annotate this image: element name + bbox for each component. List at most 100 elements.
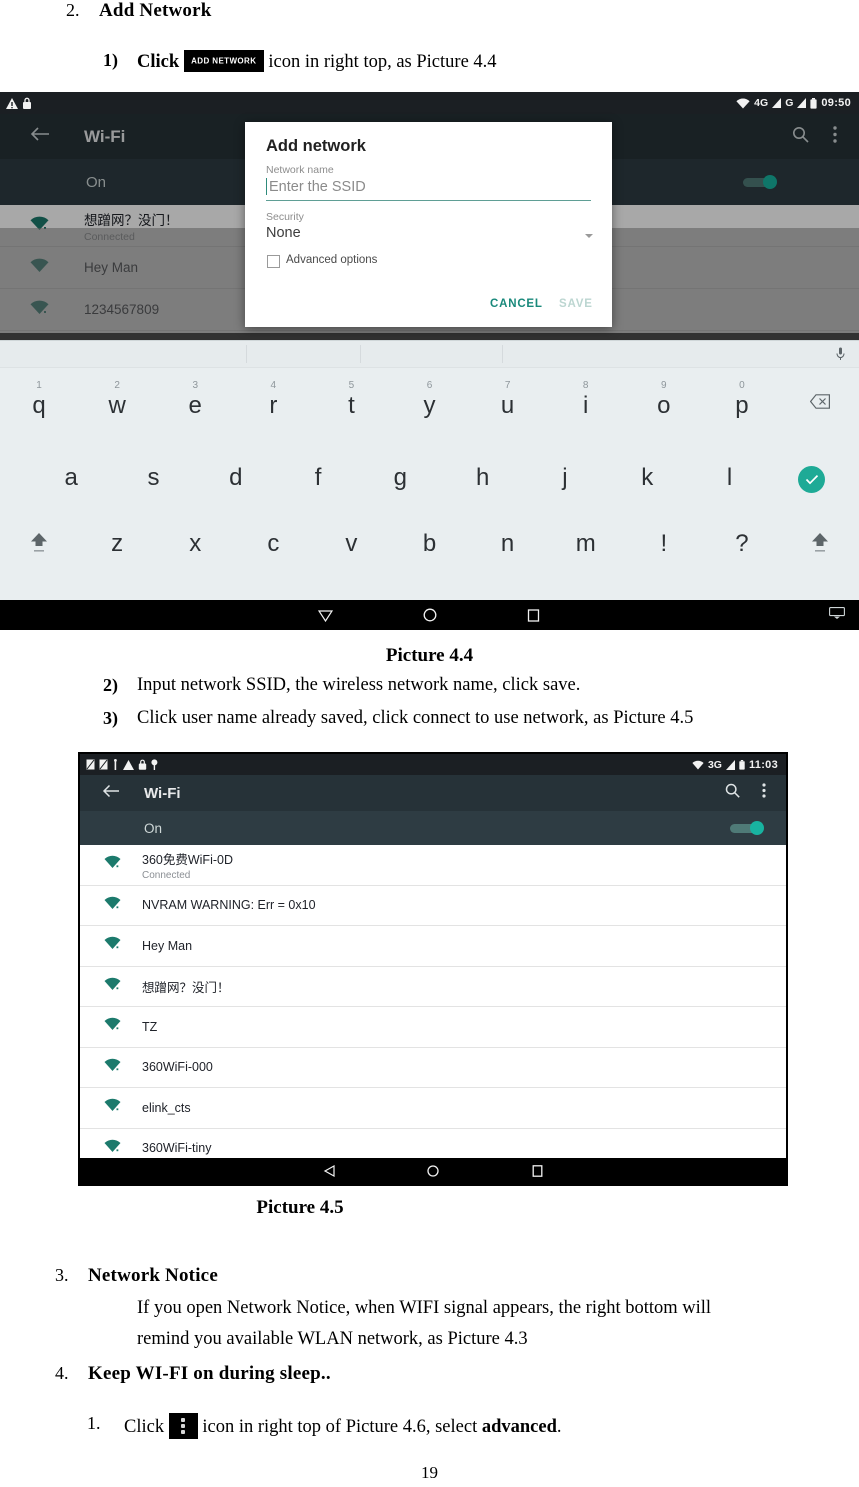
key-a[interactable]: a xyxy=(30,466,112,490)
table-row[interactable]: Hey Man xyxy=(80,926,786,967)
nav-back-icon[interactable] xyxy=(274,609,378,622)
microphone-icon[interactable] xyxy=(836,347,845,366)
network-texts: 360WiFi-000 xyxy=(142,1060,213,1074)
key-hint: 6 xyxy=(426,380,433,391)
suggestion-divider xyxy=(502,345,503,363)
caption-picture-4-4: Picture 4.4 xyxy=(385,645,474,666)
overflow-menu-icon[interactable] xyxy=(833,125,837,148)
key-label: b xyxy=(422,530,437,557)
advanced-options-checkbox[interactable] xyxy=(267,255,280,268)
search-icon[interactable] xyxy=(792,126,809,148)
key-o[interactable]: 9o xyxy=(625,380,703,418)
network-ssid: 360WiFi-000 xyxy=(142,1060,213,1075)
key-c[interactable]: c xyxy=(234,532,312,556)
key-![interactable]: ! xyxy=(625,532,703,556)
nav-back-icon[interactable] xyxy=(277,1165,381,1177)
key-y[interactable]: 6y xyxy=(390,380,468,419)
wifi-signal-icon xyxy=(104,896,121,915)
key-hint: 0 xyxy=(739,380,745,391)
page-number: 19 xyxy=(421,1463,438,1482)
table-row[interactable]: TZ xyxy=(80,1007,786,1048)
hide-keyboard-icon[interactable] xyxy=(829,606,845,624)
key-label: l xyxy=(726,464,733,491)
wifi-toggle-switch[interactable] xyxy=(730,821,764,835)
table-row[interactable]: elink_cts xyxy=(80,1088,786,1129)
shift-icon[interactable] xyxy=(0,532,78,559)
wifi-toggle-switch[interactable] xyxy=(743,175,777,189)
network-ssid: 360免费WiFi-0D xyxy=(142,852,233,867)
network-status: Connected xyxy=(142,869,191,881)
enter-key[interactable] xyxy=(771,466,853,493)
key-hint: 3 xyxy=(192,380,199,391)
search-icon[interactable] xyxy=(725,783,740,803)
section-3-body-line-2: remind you available WLAN network, as Pi… xyxy=(137,1329,528,1349)
key-s[interactable]: s xyxy=(112,466,194,490)
key-p[interactable]: 0p xyxy=(703,380,781,419)
table-row[interactable]: NVRAM WARNING: Err = 0x10 xyxy=(80,885,786,926)
key-x[interactable]: x xyxy=(156,532,234,556)
section-3-number: 3. xyxy=(55,1265,69,1285)
nav-home-icon[interactable] xyxy=(378,608,482,622)
key-l[interactable]: l xyxy=(688,466,770,490)
network-type-4g: 4G xyxy=(754,97,769,109)
wifi-signal-icon xyxy=(30,258,49,278)
shift-icon-right[interactable] xyxy=(781,532,859,559)
key-w[interactable]: 2w xyxy=(78,380,156,418)
nav-recents-icon[interactable] xyxy=(485,1165,589,1177)
table-row[interactable]: 360WiFi-000 xyxy=(80,1047,786,1088)
key-f[interactable]: f xyxy=(277,466,359,490)
key-label: p xyxy=(735,392,749,419)
wifi-signal-icon xyxy=(104,1098,121,1117)
key-label: u xyxy=(500,392,515,419)
backspace-icon[interactable] xyxy=(781,394,859,414)
key-q[interactable]: 1q xyxy=(0,380,78,418)
cancel-button[interactable]: CANCEL xyxy=(490,298,543,310)
status-bar-clock: 11:03 xyxy=(748,758,778,771)
chevron-down-icon[interactable] xyxy=(585,234,593,238)
key-label: y xyxy=(423,392,436,419)
key-j[interactable]: j xyxy=(524,466,606,490)
sim-icon xyxy=(86,759,95,770)
caption-picture-4-5: Picture 4.5 xyxy=(256,1197,344,1218)
key-k[interactable]: k xyxy=(606,466,688,490)
key-?[interactable]: ? xyxy=(703,532,781,556)
overflow-menu-icon[interactable] xyxy=(762,783,766,803)
save-button[interactable]: SAVE xyxy=(559,298,593,310)
key-label: z xyxy=(111,530,124,557)
app-bar-actions xyxy=(725,783,786,803)
network-texts: Hey Man xyxy=(84,260,138,275)
back-arrow-icon[interactable] xyxy=(30,126,50,147)
network-texts: TZ xyxy=(142,1020,157,1034)
table-row[interactable]: 想蹭网？没门！ xyxy=(80,966,786,1007)
network-type-3g: 3G xyxy=(707,758,722,771)
key-z[interactable]: z xyxy=(78,532,156,556)
section-2-number: 2. xyxy=(66,0,80,20)
key-label: f xyxy=(314,464,322,491)
key-m[interactable]: m xyxy=(547,532,625,556)
key-i[interactable]: 8i xyxy=(547,380,625,418)
section-2-title: Add Network xyxy=(99,0,212,21)
key-r[interactable]: 4r xyxy=(234,380,312,418)
key-hint: 5 xyxy=(348,380,355,391)
app-bar-actions xyxy=(792,125,859,148)
key-g[interactable]: g xyxy=(359,466,441,490)
key-n[interactable]: n xyxy=(469,532,547,556)
key-e[interactable]: 3e xyxy=(156,380,234,418)
security-value[interactable]: None xyxy=(266,225,301,241)
nav-home-icon[interactable] xyxy=(381,1165,485,1177)
key-t[interactable]: 5t xyxy=(312,380,390,418)
keyboard-row-3: z x c v b n m!? xyxy=(0,524,859,588)
wifi-toggle-row[interactable]: On xyxy=(80,811,786,845)
key-d[interactable]: d xyxy=(195,466,277,490)
nav-recents-icon[interactable] xyxy=(482,608,586,622)
back-arrow-icon[interactable] xyxy=(102,784,120,803)
key-b[interactable]: b xyxy=(390,532,468,556)
manual-page: 2. Add Network 1) Click ADD NETWORK icon… xyxy=(0,0,859,1487)
table-row[interactable]: 360免费WiFi-0D Connected xyxy=(80,845,786,886)
check-icon xyxy=(798,466,826,493)
key-v[interactable]: v xyxy=(312,532,390,556)
status-bar-right: 3G 11:03 xyxy=(692,759,786,771)
key-u[interactable]: 7u xyxy=(469,380,547,419)
key-h[interactable]: h xyxy=(441,466,523,490)
network-name-input[interactable]: Enter the SSID xyxy=(269,179,366,195)
